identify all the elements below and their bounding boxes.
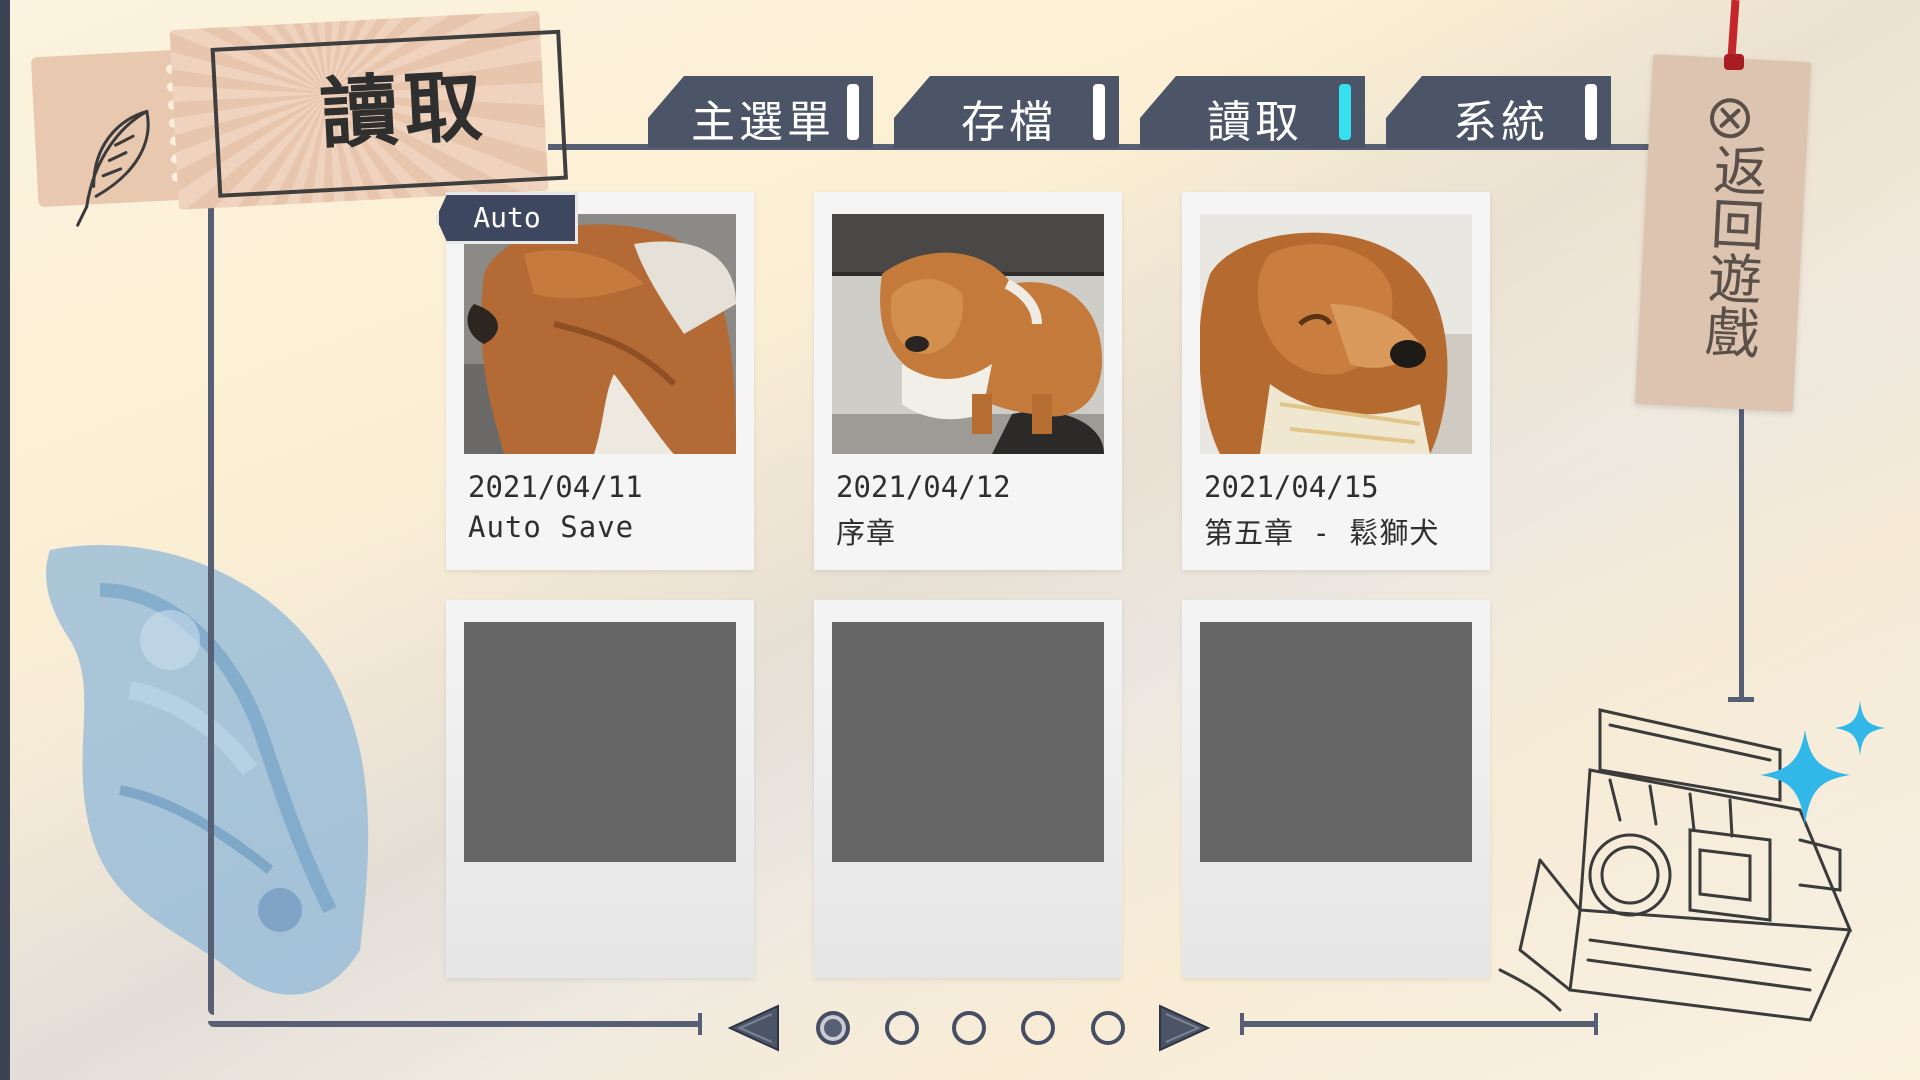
sparkle-decoration	[1760, 700, 1885, 825]
slot-thumbnail	[1200, 214, 1472, 454]
page-dot-5[interactable]	[1091, 1011, 1125, 1045]
tab-label: 系統	[1453, 97, 1549, 148]
save-slot-5-empty[interactable]	[814, 600, 1122, 978]
next-page-arrow-icon[interactable]	[1156, 1002, 1212, 1054]
slot-description: 序章	[836, 516, 897, 550]
tab-main-menu[interactable]: 主選單	[648, 76, 873, 148]
frame-bottom-line-left	[208, 1021, 702, 1027]
tab-label: 讀取	[1207, 97, 1303, 148]
frame-left-line	[208, 205, 214, 1015]
slot-thumbnail	[464, 214, 736, 454]
slot-thumbnail	[832, 214, 1104, 454]
ticket-main: 讀取	[169, 10, 568, 210]
watercolor-leaf-decoration	[46, 545, 369, 995]
page-dot-3[interactable]	[952, 1011, 986, 1045]
slot-date: 2021/04/12	[836, 470, 1011, 504]
page-dot-1[interactable]	[816, 1011, 850, 1045]
dog-standing-image	[832, 214, 1104, 454]
tab-marker	[847, 84, 859, 140]
tab-load[interactable]: 讀取	[1140, 76, 1365, 148]
save-slot-2[interactable]: 2021/04/12 序章	[814, 192, 1122, 570]
save-slot-6-empty[interactable]	[1182, 600, 1490, 978]
feather-icon	[76, 109, 150, 227]
empty-slot-thumbnail	[464, 622, 736, 862]
slot-date: 2021/04/11	[468, 470, 643, 504]
empty-slot-thumbnail	[1200, 622, 1472, 862]
left-edge-strip	[0, 0, 10, 1080]
tab-active-marker	[1339, 84, 1351, 140]
tab-label: 主選單	[691, 97, 835, 148]
slot-description: Auto Save	[468, 510, 635, 544]
dog-side-profile-image	[464, 214, 736, 454]
tab-label: 存檔	[961, 97, 1057, 148]
tag-knot	[1724, 54, 1744, 70]
slot-date: 2021/04/15	[1204, 470, 1379, 504]
frame-tick	[1240, 1013, 1244, 1035]
page-dot-2[interactable]	[885, 1011, 919, 1045]
page-dot-4[interactable]	[1021, 1011, 1055, 1045]
page-title: 讀取	[317, 61, 491, 161]
empty-slot-thumbnail	[832, 622, 1104, 862]
tab-system[interactable]: 系統	[1386, 76, 1611, 148]
save-slot-3[interactable]: 2021/04/15 第五章 - 鬆獅犬	[1182, 192, 1490, 570]
auto-save-badge: Auto	[436, 192, 578, 244]
title-ticket: 讀取	[29, 1, 568, 227]
return-to-game-button[interactable]: 返回遊戲	[1634, 54, 1812, 412]
previous-page-arrow-icon[interactable]	[726, 1002, 782, 1054]
frame-right-line	[1739, 405, 1744, 700]
frame-tick	[1594, 1013, 1598, 1035]
camera-sketch-decoration	[1498, 708, 1853, 1022]
frame-tick	[698, 1013, 702, 1035]
close-circle-icon	[1710, 98, 1751, 139]
return-to-game-label: 返回遊戲	[1694, 140, 1769, 360]
tab-save[interactable]: 存檔	[894, 76, 1119, 148]
tab-marker	[1585, 84, 1597, 140]
frame-right-cap	[1728, 697, 1754, 702]
tab-marker	[1093, 84, 1105, 140]
slot-description: 第五章 - 鬆獅犬	[1204, 516, 1440, 550]
save-slot-4-empty[interactable]	[446, 600, 754, 978]
save-slot-1[interactable]: 2021/04/11 Auto Save	[446, 192, 754, 570]
dog-close-up-image	[1200, 214, 1472, 454]
frame-bottom-line-right	[1240, 1021, 1597, 1027]
